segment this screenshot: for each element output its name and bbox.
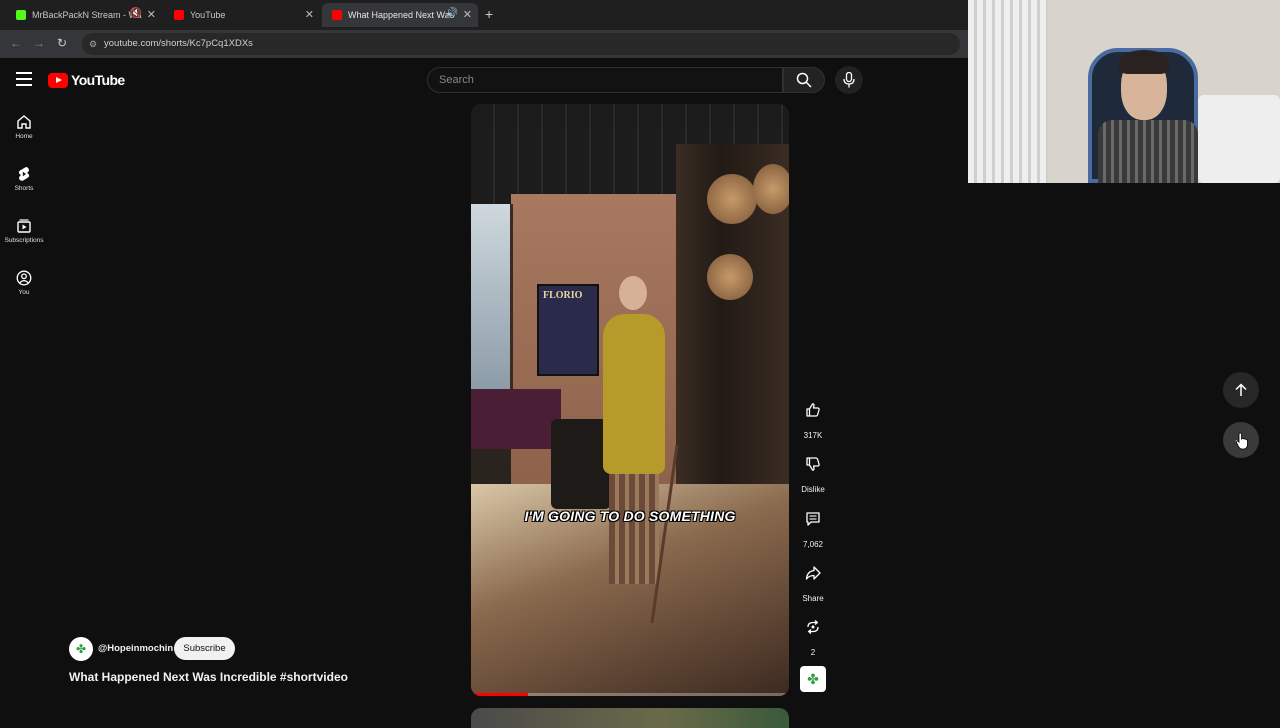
sidebar-item-subscriptions[interactable]: Subscriptions [0,218,48,244]
video-progress-fill [471,693,529,696]
video-scene-window [471,204,513,394]
dislike-label: Dislike [801,485,825,494]
sidebar-item-you[interactable]: You [0,270,48,296]
webcam-overlay [968,0,1280,183]
you-icon [16,270,32,286]
channel-avatar[interactable]: ✤ [69,637,93,661]
like-count: 317K [803,431,823,440]
remix-button[interactable]: 2 [796,612,830,657]
browser-tab-shorts[interactable]: What Happened Next Was 🔊 ✕ [322,3,478,27]
site-info-icon[interactable]: ⚙ [89,33,97,55]
video-scene-poster: FLORIO [537,284,599,376]
video-scene-barrel [707,254,753,300]
address-bar[interactable]: ⚙ youtube.com/shorts/Kc7pCq1XDXs [82,33,960,55]
comments-button[interactable]: 7,062 [796,504,830,549]
tab-title: What Happened Next Was [348,10,455,20]
close-tab-icon[interactable]: ✕ [147,8,156,21]
subscribe-button[interactable]: Subscribe [174,637,235,660]
shorts-icon [18,166,30,181]
webcam-person-shirt [1098,120,1198,183]
video-scene-person-body [603,314,665,474]
video-scene-barrel [707,174,757,224]
home-icon [17,115,31,129]
share-button[interactable]: Share [796,558,830,603]
next-short-preview[interactable] [471,708,789,728]
webcam-curtain [968,0,1048,183]
microphone-icon [843,72,855,88]
clover-icon: ✤ [807,670,819,687]
thumbs-up-icon [806,403,820,417]
tab-title: YouTube [190,10,226,20]
channel-thumbnail-button[interactable]: ✤ [800,666,826,692]
share-icon [805,566,821,580]
close-tab-icon[interactable]: ✕ [305,8,314,21]
arrow-up-icon [1235,383,1247,396]
remix-count: 2 [810,648,816,657]
voice-search-button[interactable] [835,66,863,94]
new-tab-icon[interactable]: + [485,6,493,22]
subscriptions-icon [17,219,31,233]
browser-tab-youtube[interactable]: YouTube ✕ [164,3,320,27]
video-scene-chair [551,419,611,509]
sidebar-item-label: Shorts [14,185,34,192]
search-input[interactable]: Search [427,67,783,93]
video-scene-person-legs [609,464,659,584]
thumbs-down-icon [806,457,820,471]
webcam-bed [1198,95,1280,183]
next-short-button[interactable] [1223,422,1259,458]
close-tab-icon[interactable]: ✕ [463,8,472,21]
video-scene-barrel [753,164,789,214]
reload-icon[interactable]: ↻ [57,36,67,50]
browser-tab-kick[interactable]: MrBackPackN Stream - Wa 🔇 ✕ [6,3,162,27]
browser-toolbar: ← → ↻ ⚙ youtube.com/shorts/Kc7pCq1XDXs [0,30,968,58]
video-title[interactable]: What Happened Next Was Incredible #short… [69,670,348,684]
sidebar-item-home[interactable]: Home [0,114,48,140]
shorts-video-player[interactable]: FLORIO I'M GOING TO DO SOMETHING [471,104,789,696]
sidebar-item-label: Home [15,133,33,140]
like-button[interactable]: 317K [796,395,830,440]
youtube-favicon-icon [332,10,342,20]
webcam-person-hair [1119,50,1169,74]
search-button[interactable] [783,67,825,93]
remix-icon [807,620,819,634]
back-icon[interactable]: ← [10,36,22,50]
youtube-play-icon [48,72,68,88]
youtube-favicon-icon [174,10,184,20]
sidebar-item-label: Subscriptions [4,237,44,244]
youtube-logo[interactable]: YouTube [48,72,125,88]
poster-text: FLORIO [543,290,583,301]
sidebar-item-shorts[interactable]: Shorts [0,166,48,192]
kick-favicon-icon [16,10,26,20]
search-icon [796,72,812,88]
video-caption: I'M GOING TO DO SOMETHING [524,508,736,524]
muted-icon[interactable]: 🔇 [130,8,142,19]
previous-short-button[interactable] [1223,372,1259,408]
logo-text: YouTube [71,72,125,88]
sidebar-item-label: You [18,289,30,296]
forward-icon[interactable]: → [33,36,45,50]
menu-icon[interactable] [16,72,32,86]
comment-count: 7,062 [802,540,824,549]
dislike-button[interactable]: Dislike [796,449,830,494]
tab-title: MrBackPackN Stream - Wa [32,10,142,20]
browser-tab-bar: MrBackPackN Stream - Wa 🔇 ✕ YouTube ✕ Wh… [0,0,968,30]
video-scene-sofa [471,389,561,449]
comment-icon [806,512,820,526]
video-progress-bar[interactable] [471,693,789,696]
hand-cursor-icon [1236,432,1248,450]
url-text: youtube.com/shorts/Kc7pCq1XDXs [104,38,253,49]
clover-icon: ✤ [75,642,87,656]
channel-handle[interactable]: @Hopeinmochin [98,643,173,654]
share-label: Share [802,594,824,603]
speaker-icon[interactable]: 🔊 [446,8,458,19]
video-scene-person-head [619,276,647,310]
